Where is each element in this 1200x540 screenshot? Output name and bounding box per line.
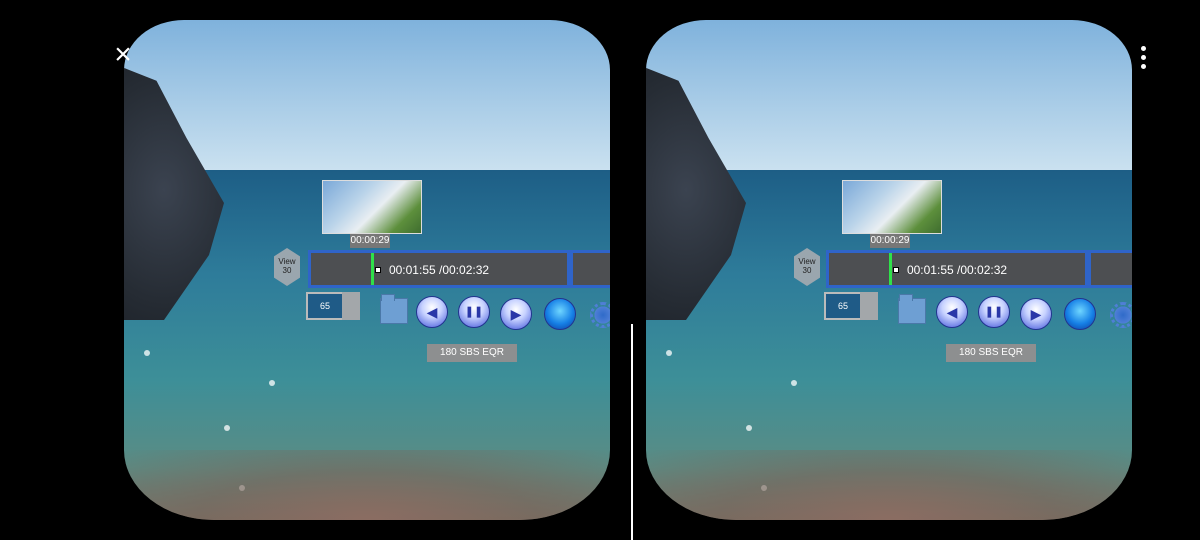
thumbnail-time: 00:00:29 (870, 234, 910, 248)
center-divider (631, 324, 633, 540)
view-label: View 30 (798, 257, 816, 275)
previous-button[interactable]: ◀ (936, 296, 968, 328)
projection-mode-label: 180 SBS EQR (427, 344, 517, 362)
close-icon[interactable]: × (110, 40, 136, 70)
projection-mode-label: 180 SBS EQR (946, 344, 1036, 362)
right-eye-view: 00:00:29 View 30 00:01:55 /00:02:32 65 ◀ … (646, 20, 1132, 520)
play-button[interactable]: ▶ (1020, 298, 1052, 330)
preview-thumbnail (842, 180, 942, 234)
folder-icon[interactable] (380, 294, 408, 324)
play-button[interactable]: ▶ (500, 298, 532, 330)
settings-gear-icon[interactable] (590, 302, 610, 328)
more-options-icon[interactable] (1136, 44, 1150, 70)
volume-control[interactable]: 65 (306, 292, 362, 320)
folder-icon[interactable] (898, 294, 926, 324)
time-display: 00:01:55 /00:02:32 (906, 263, 1008, 277)
stop-button[interactable] (544, 298, 576, 330)
view-angle-button[interactable]: View 30 (794, 242, 820, 292)
seek-bar-extension (570, 250, 610, 288)
pause-button[interactable]: ❚❚ (458, 296, 490, 328)
settings-gear-icon[interactable] (1110, 302, 1132, 328)
volume-control[interactable]: 65 (824, 292, 880, 320)
view-label: View 30 (278, 257, 296, 275)
volume-value: 65 (306, 292, 344, 320)
pause-button[interactable]: ❚❚ (978, 296, 1010, 328)
stop-button[interactable] (1064, 298, 1096, 330)
seek-bar[interactable]: 00:01:55 /00:02:32 (308, 250, 570, 288)
player-hud: 00:00:29 View 30 00:01:55 /00:02:32 65 ◀ … (124, 20, 610, 520)
volume-value: 65 (824, 292, 862, 320)
thumbnail-time: 00:00:29 (350, 234, 390, 248)
left-eye-view: 00:00:29 View 30 00:01:55 /00:02:32 65 ◀ … (124, 20, 610, 520)
view-angle-button[interactable]: View 30 (274, 242, 300, 292)
time-display: 00:01:55 /00:02:32 (388, 263, 490, 277)
seek-bar-extension (1088, 250, 1132, 288)
preview-thumbnail (322, 180, 422, 234)
previous-button[interactable]: ◀ (416, 296, 448, 328)
player-hud: 00:00:29 View 30 00:01:55 /00:02:32 65 ◀ … (646, 20, 1132, 520)
seek-bar[interactable]: 00:01:55 /00:02:32 (826, 250, 1088, 288)
